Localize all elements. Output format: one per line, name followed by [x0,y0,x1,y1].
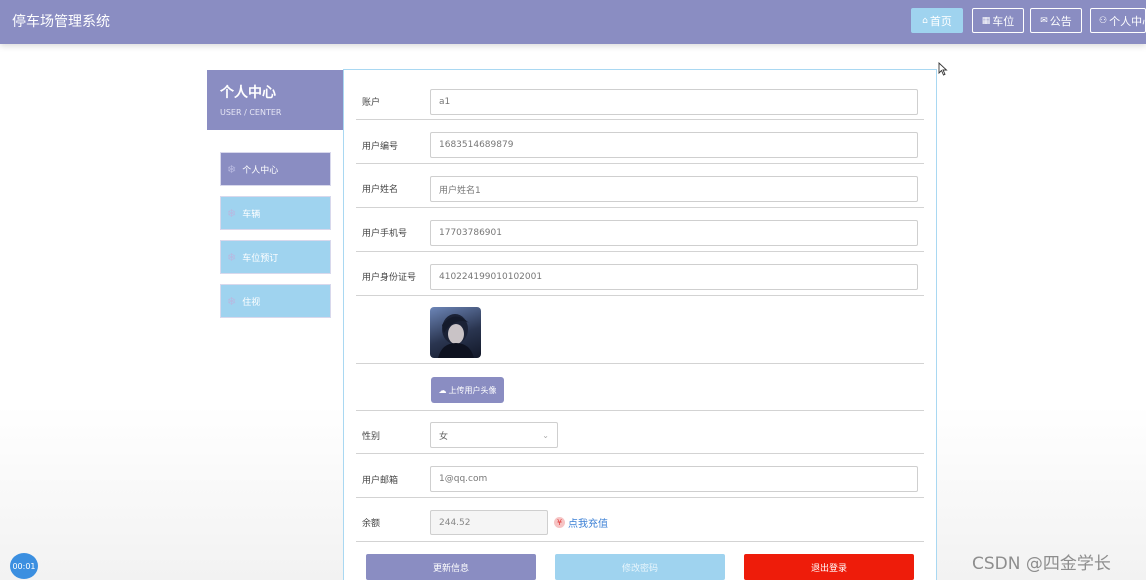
app-title: 停车场管理系统 [12,14,110,30]
phone-input[interactable]: 17703786901 [430,220,918,246]
watermark: CSDN @四金学长 [972,554,1111,574]
form-row-divider [356,119,924,120]
sidebar-header: 个人中心 USER / CENTER [207,70,344,130]
logout-button[interactable]: 退出登录 [744,554,914,580]
snowflake-icon: ❄ [227,294,237,308]
form-row-divider [356,363,924,364]
user-icon: ⚇ [1099,15,1108,26]
sidebar-item-user-center[interactable]: ❄ 个人中心 [220,152,331,186]
snowflake-icon: ❄ [227,206,237,220]
account-input[interactable]: a1 [430,89,918,115]
user-name-label: 用户姓名 [362,185,399,195]
recharge-link[interactable]: ¥ 点我充值 [554,515,608,530]
upload-avatar-button[interactable]: ☁ 上传用户头像 [431,377,504,403]
balance-input: 244.52 [430,510,548,535]
form-row-divider [356,295,924,296]
id-card-label: 用户身份证号 [362,273,417,283]
chevron-down-icon: ⌄ [542,430,549,440]
change-password-button[interactable]: 修改密码 [555,554,725,580]
nav-home-button[interactable]: ⌂ 首页 [911,8,963,33]
sidebar-item-vehicles[interactable]: ❄ 车辆 [220,196,331,230]
form-row-divider [356,207,924,208]
phone-label: 用户手机号 [362,229,408,239]
mail-icon: ✉ [1040,15,1048,26]
top-navbar: 停车场管理系统 ⌂ 首页 ▦ 车位 ✉ 公告 ⚇ 个人中心 [0,0,1146,44]
sidebar-item-other[interactable]: ❄ 住视 [220,284,331,318]
email-input[interactable]: 1@qq.com [430,466,918,492]
form-row-divider [356,497,924,498]
form-row-divider [356,163,924,164]
user-number-label: 用户编号 [362,142,399,152]
form-row-divider [356,541,924,542]
gender-select[interactable]: 女 ⌄ [430,422,558,448]
account-label: 账户 [362,98,381,108]
nav-notice-button[interactable]: ✉ 公告 [1030,8,1082,33]
grid-icon: ▦ [981,15,991,26]
snowflake-icon: ❄ [227,250,237,264]
update-info-button[interactable]: 更新信息 [366,554,536,580]
sidebar-title: 个人中心 [220,85,276,101]
sidebar-subtitle: USER / CENTER [220,108,282,117]
id-card-input[interactable]: 410224199010102001 [430,264,918,290]
cloud-upload-icon: ☁ [438,385,447,395]
email-label: 用户邮箱 [362,476,399,486]
mouse-cursor-icon [938,62,948,76]
recording-timer-badge: 00:01 [10,553,38,579]
form-row-divider [356,410,924,411]
user-name-input[interactable]: 用户姓名1 [430,176,918,202]
sidebar-item-reservations[interactable]: ❄ 车位预订 [220,240,331,274]
form-row-divider [356,251,924,252]
user-avatar [430,307,481,358]
gender-label: 性别 [362,432,381,442]
balance-label: 余额 [362,519,381,529]
nav-parking-button[interactable]: ▦ 车位 [972,8,1024,33]
user-number-input[interactable]: 1683514689879 [430,132,918,158]
snowflake-icon: ❄ [227,162,237,176]
nav-user-center-button[interactable]: ⚇ 个人中心 [1090,8,1146,33]
home-icon: ⌂ [922,15,928,26]
form-row-divider [356,453,924,454]
avatar-portrait-icon [438,314,474,358]
yen-icon: ¥ [554,517,565,528]
